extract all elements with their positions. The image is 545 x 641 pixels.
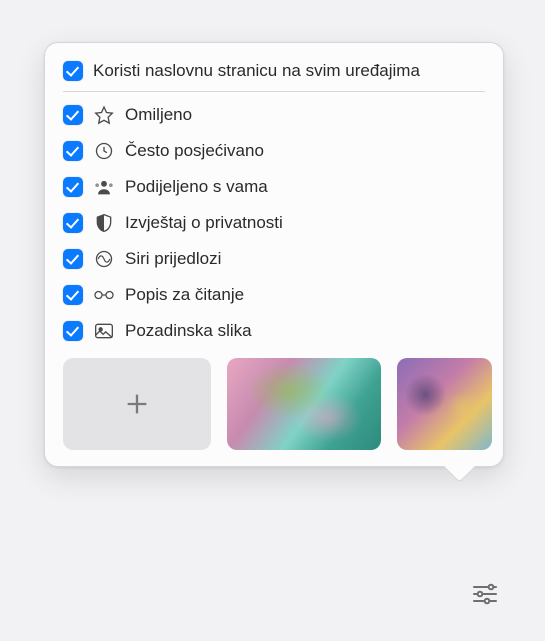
background-thumbnail-1[interactable]: [227, 358, 381, 450]
shared-with-you-label: Podijeljeno s vama: [125, 177, 268, 197]
start-page-settings-popover: Koristi naslovnu stranicu na svim uređaj…: [44, 42, 504, 467]
background-image-checkbox[interactable]: [63, 321, 83, 341]
use-on-all-devices-checkbox[interactable]: [63, 61, 83, 81]
frequently-visited-checkbox[interactable]: [63, 141, 83, 161]
background-thumbnails: [45, 358, 503, 450]
glasses-icon: [93, 284, 115, 306]
background-thumbnail-2[interactable]: [397, 358, 492, 450]
frequently-visited-label: Često posjećivano: [125, 141, 264, 161]
favorites-checkbox[interactable]: [63, 105, 83, 125]
option-frequently-visited: Često posjećivano: [63, 136, 485, 166]
option-reading-list: Popis za čitanje: [63, 280, 485, 310]
background-image-label: Pozadinska slika: [125, 321, 252, 341]
options-list: Omiljeno Često posjećivano Podijeljeno s…: [45, 100, 503, 358]
siri-icon: [93, 248, 115, 270]
add-background-button[interactable]: [63, 358, 211, 450]
privacy-report-checkbox[interactable]: [63, 213, 83, 233]
favorites-label: Omiljeno: [125, 105, 192, 125]
shield-icon: [93, 212, 115, 234]
reading-list-checkbox[interactable]: [63, 285, 83, 305]
star-icon: [93, 104, 115, 126]
option-siri-suggestions: Siri prijedlozi: [63, 244, 485, 274]
siri-suggestions-checkbox[interactable]: [63, 249, 83, 269]
siri-suggestions-label: Siri prijedlozi: [125, 249, 221, 269]
privacy-report-label: Izvještaj o privatnosti: [125, 213, 283, 233]
option-background-image: Pozadinska slika: [63, 316, 485, 346]
option-privacy-report: Izvještaj o privatnosti: [63, 208, 485, 238]
reading-list-label: Popis za čitanje: [125, 285, 244, 305]
clock-icon: [93, 140, 115, 162]
shared-with-you-checkbox[interactable]: [63, 177, 83, 197]
option-favorites: Omiljeno: [63, 100, 485, 130]
image-icon: [93, 320, 115, 342]
divider: [63, 91, 485, 92]
option-shared-with-you: Podijeljeno s vama: [63, 172, 485, 202]
header-label: Koristi naslovnu stranicu na svim uređaj…: [93, 61, 420, 81]
settings-button[interactable]: [470, 579, 500, 609]
header-row: Koristi naslovnu stranicu na svim uređaj…: [45, 57, 503, 91]
people-icon: [93, 176, 115, 198]
